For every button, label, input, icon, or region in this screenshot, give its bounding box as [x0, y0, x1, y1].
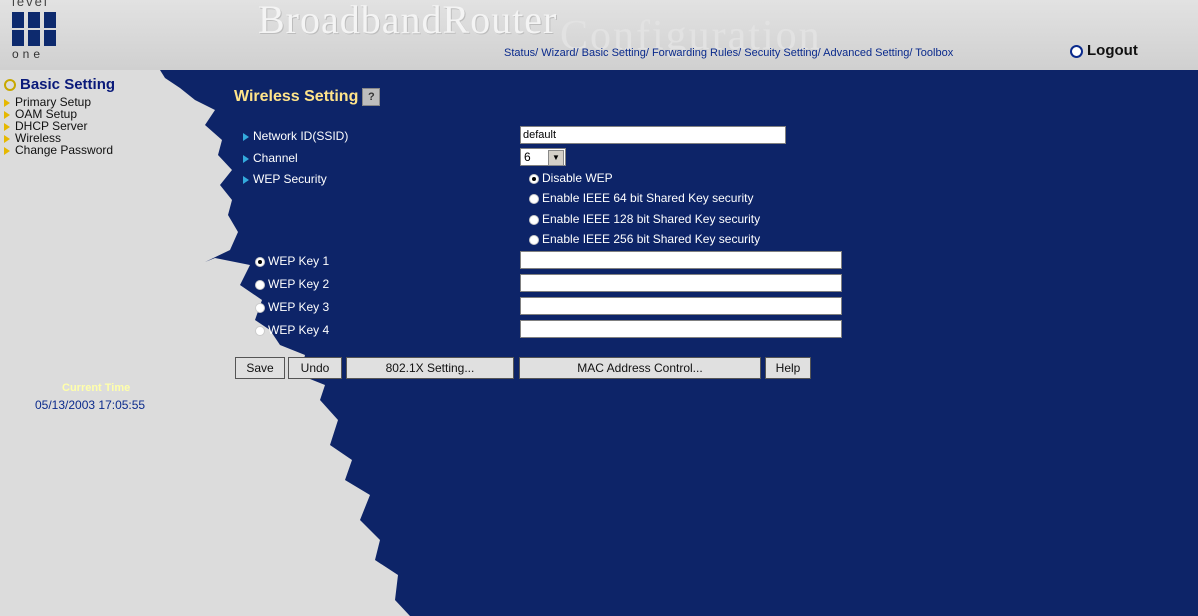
level-one-logo: level one	[8, 0, 64, 64]
wep-option-64bit[interactable]: Enable IEEE 64 bit Shared Key security	[529, 191, 753, 205]
channel-label: Channel	[243, 151, 298, 165]
bullet-arrow-icon	[243, 132, 249, 141]
page-title-text: Wireless Setting	[234, 88, 359, 106]
radio-button[interactable]	[255, 279, 265, 290]
wep-key-label: WEP Key 4	[268, 323, 330, 337]
header-bar: level one Configuration BroadbandRouter …	[0, 0, 1198, 70]
bullet-arrow-icon	[243, 175, 249, 184]
radio-button[interactable]	[529, 173, 539, 184]
brand-title: BroadbandRouter	[258, 0, 558, 42]
wep-security-label-text: WEP Security	[253, 172, 327, 186]
mac-address-control-button[interactable]: MAC Address Control...	[519, 357, 761, 379]
wep-option-label: Enable IEEE 64 bit Shared Key security	[542, 191, 754, 205]
page-title: Wireless Setting?	[234, 88, 381, 106]
logo-blocks	[12, 12, 56, 46]
logo-bottom-text: one	[12, 47, 45, 61]
radio-button[interactable]	[529, 193, 539, 204]
bullet-arrow-icon	[243, 154, 249, 163]
wep-option-256bit[interactable]: Enable IEEE 256 bit Shared Key security	[529, 232, 760, 246]
wep-key-label: WEP Key 2	[268, 277, 330, 291]
radio-button[interactable]	[255, 325, 265, 336]
wep-key-1-radio[interactable]: WEP Key 1	[255, 254, 329, 268]
wep-key-3-radio[interactable]: WEP Key 3	[255, 300, 329, 314]
save-button[interactable]: Save	[235, 357, 285, 379]
logout-ring-icon	[1070, 44, 1083, 58]
wep-key-2-radio[interactable]: WEP Key 2	[255, 277, 329, 291]
wep-key-1-input[interactable]	[520, 251, 842, 269]
ssid-label-text: Network ID(SSID)	[253, 129, 349, 143]
ssid-label: Network ID(SSID)	[243, 129, 348, 143]
main-content: Wireless Setting? Network ID(SSID) defau…	[0, 70, 1198, 616]
logout-link[interactable]: Logout	[1070, 42, 1138, 59]
channel-selected-value: 6	[524, 150, 531, 164]
ssid-input[interactable]: default	[520, 126, 786, 144]
wep-option-label: Enable IEEE 256 bit Shared Key security	[542, 232, 761, 246]
wep-key-2-input[interactable]	[520, 274, 842, 292]
wep-security-label: WEP Security	[243, 172, 327, 186]
top-navigation[interactable]: Status/ Wizard/ Basic Setting/ Forwardin…	[504, 47, 953, 59]
channel-label-text: Channel	[253, 151, 298, 165]
wep-option-128bit[interactable]: Enable IEEE 128 bit Shared Key security	[529, 212, 760, 226]
wep-key-label: WEP Key 1	[268, 254, 330, 268]
chevron-down-icon[interactable]: ▼	[548, 150, 564, 166]
wep-option-label: Enable IEEE 128 bit Shared Key security	[542, 212, 761, 226]
radio-button[interactable]	[529, 234, 539, 245]
wep-key-label: WEP Key 3	[268, 300, 330, 314]
wep-key-4-radio[interactable]: WEP Key 4	[255, 323, 329, 337]
radio-button[interactable]	[529, 214, 539, 225]
help-icon[interactable]: ?	[362, 88, 381, 106]
wep-key-3-input[interactable]	[520, 297, 842, 315]
channel-select[interactable]: 6 ▼	[520, 148, 566, 166]
radio-button[interactable]	[255, 302, 265, 313]
help-button[interactable]: Help	[765, 357, 811, 379]
radio-button[interactable]	[255, 256, 265, 267]
wep-option-disable[interactable]: Disable WEP	[529, 171, 613, 185]
logo-top-text: level	[12, 0, 49, 9]
undo-button[interactable]: Undo	[288, 357, 342, 379]
wep-option-label: Disable WEP	[542, 171, 613, 185]
logout-label: Logout	[1087, 42, 1138, 59]
wep-key-4-input[interactable]	[520, 320, 842, 338]
dot1x-setting-button[interactable]: 802.1X Setting...	[346, 357, 514, 379]
